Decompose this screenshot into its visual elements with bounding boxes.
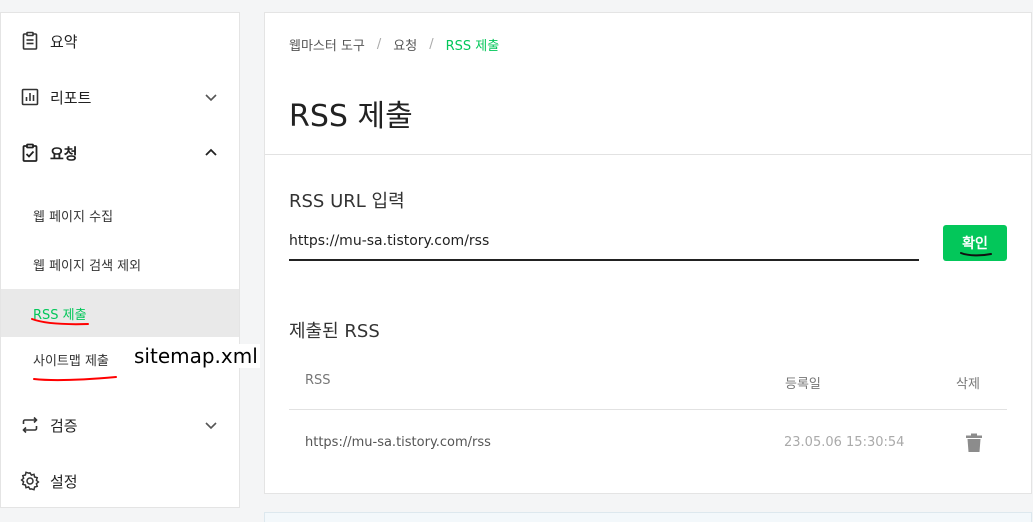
nav-sub-exclude[interactable]: 웹 페이지 검색 제외	[1, 240, 239, 288]
chevron-up-icon	[205, 148, 217, 156]
nav-report[interactable]: 리포트	[1, 69, 239, 125]
nav-sub-sitemap-label: 사이트맵 제출	[33, 353, 109, 369]
repeat-icon	[20, 415, 40, 435]
clipboard-check-icon	[20, 143, 40, 163]
breadcrumb-home[interactable]: 웹마스터 도구	[289, 35, 365, 54]
breadcrumb-section[interactable]: 요청	[393, 35, 417, 54]
nav-settings[interactable]: 설정	[1, 453, 239, 509]
table-divider	[289, 409, 1007, 410]
divider	[265, 154, 1031, 155]
rss-url-input[interactable]	[289, 227, 919, 261]
breadcrumb-separator: /	[429, 37, 434, 52]
rss-url-label: RSS URL 입력	[289, 191, 405, 212]
gear-icon	[20, 471, 40, 491]
breadcrumb-separator: /	[376, 37, 382, 52]
column-header-rss: RSS	[305, 373, 331, 388]
red-underline-rss	[31, 318, 89, 326]
breadcrumb-current: RSS 제출	[445, 39, 500, 54]
bottom-panel	[264, 512, 1032, 522]
nav-settings-label: 설정	[50, 472, 78, 491]
nav-sub-crawl-label: 웹 페이지 수집	[33, 209, 114, 225]
nav-summary-label: 요약	[50, 32, 78, 51]
main-panel: 웹마스터 도구 / 요청 / RSS 제출 RSS 제출 RSS URL 입력 …	[264, 12, 1032, 494]
sidebar: 요약 리포트 요청 웹 페이지 수집 웹 페이지 검색 제외 RSS 제출 사이…	[0, 12, 240, 508]
nav-sub-exclude-label: 웹 페이지 검색 제외	[33, 258, 142, 274]
nav-request[interactable]: 요청	[1, 125, 239, 181]
submitted-rss-title: 제출된 RSS	[289, 321, 380, 342]
nav-sub-rss[interactable]: RSS 제출	[1, 289, 239, 337]
nav-request-label: 요청	[50, 144, 78, 163]
trash-icon[interactable]	[965, 433, 983, 453]
red-underline-sitemap	[33, 376, 117, 382]
bar-chart-icon	[20, 87, 40, 107]
sitemap-annotation: sitemap.xml	[132, 344, 260, 368]
table-cell-url: https://mu-sa.tistory.com/rss	[305, 435, 491, 450]
table-cell-date: 23.05.06 15:30:54	[784, 435, 905, 450]
chevron-down-icon	[205, 422, 217, 430]
column-header-date: 등록일	[785, 377, 821, 392]
black-underline-confirm	[960, 252, 992, 257]
chevron-down-icon	[205, 94, 217, 102]
breadcrumb: 웹마스터 도구 / 요청 / RSS 제출	[289, 35, 499, 54]
nav-verify[interactable]: 검증	[1, 397, 239, 453]
nav-summary[interactable]: 요약	[1, 13, 239, 69]
nav-report-label: 리포트	[50, 88, 92, 107]
nav-verify-label: 검증	[50, 416, 78, 435]
page-title: RSS 제출	[289, 99, 413, 134]
clipboard-icon	[20, 31, 40, 51]
column-header-delete: 삭제	[956, 377, 980, 392]
nav-sub-crawl[interactable]: 웹 페이지 수집	[1, 191, 239, 239]
